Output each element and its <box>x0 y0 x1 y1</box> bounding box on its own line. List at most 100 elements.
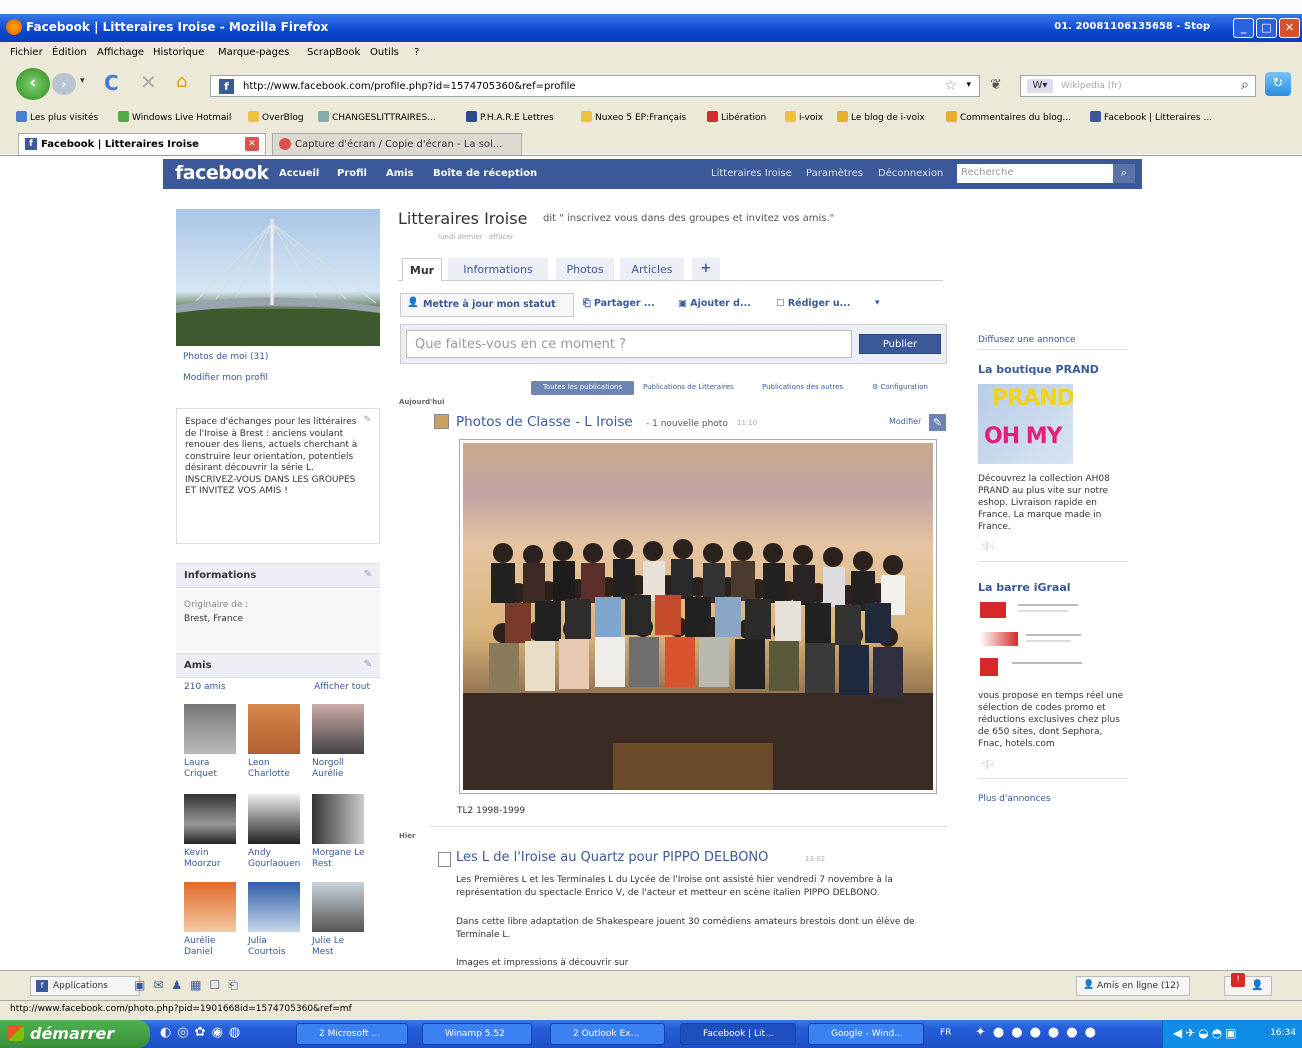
friend-name[interactable]: Julie Le Mest <box>312 936 344 958</box>
create-ad-link[interactable]: Diffusez une annonce <box>978 335 1128 350</box>
filter-others[interactable]: Publications des autres <box>762 383 843 391</box>
home-icon[interactable]: ⌂ <box>176 71 187 92</box>
tab-articles[interactable]: Articles <box>620 258 684 280</box>
status-meta[interactable]: lundi dernier · effacer <box>438 233 514 241</box>
task-google[interactable]: Google - Wind... <box>808 1023 924 1045</box>
tray-icons[interactable]: ◀✈◒◓▣ <box>1173 1026 1240 1040</box>
task-facebook[interactable]: Facebook | Lit... <box>680 1023 796 1045</box>
language-indicator[interactable]: FR <box>940 1028 951 1038</box>
friend-photo[interactable] <box>248 882 300 932</box>
start-button[interactable]: démarrer <box>0 1020 150 1048</box>
menu-affichage[interactable]: Affichage <box>97 47 144 58</box>
ad1-title[interactable]: La boutique PRAND <box>978 363 1099 376</box>
ad2-title[interactable]: La barre iGraal <box>978 581 1071 594</box>
photos-link[interactable]: Photos de moi (31) <box>183 352 268 362</box>
tab-mur[interactable]: Mur <box>402 258 442 282</box>
friend-photo[interactable] <box>248 704 300 754</box>
edit-pencil-icon[interactable]: ✎ <box>363 415 371 427</box>
ad2-like-icon[interactable]: ☝|☟ <box>980 760 994 770</box>
share-button[interactable]: ⎗ Partager ... <box>583 298 655 309</box>
ad2-image[interactable] <box>978 600 1088 680</box>
filter-all[interactable]: Toutes les publications <box>531 381 634 395</box>
bookmark-item[interactable]: OverBlog <box>248 111 304 123</box>
more-actions-icon[interactable]: ▾ <box>875 298 880 308</box>
task-outlook[interactable]: 2 Outlook Ex... <box>550 1023 665 1045</box>
nav-profile-name[interactable]: Litteraires Iroise <box>711 168 792 179</box>
tab-photos[interactable]: Photos <box>556 258 614 280</box>
applications-button[interactable]: f Applications <box>30 976 140 996</box>
url-bar[interactable]: f http://www.facebook.com/profile.php?id… <box>210 75 980 97</box>
nav-logout[interactable]: Déconnexion <box>878 168 943 179</box>
ad1-like-icon[interactable]: ☝|☟ <box>980 542 994 552</box>
reload-icon[interactable]: C <box>104 71 119 95</box>
fb-search-input[interactable]: Recherche <box>957 164 1117 183</box>
bookmark-item[interactable]: Nuxeo 5 EP:Français <box>581 111 686 123</box>
edit-pencil-icon[interactable]: ✎ <box>364 569 372 580</box>
wikipedia-icon[interactable]: W▾ <box>1027 79 1053 93</box>
notifications-button[interactable]: ! 👤 <box>1224 973 1272 996</box>
more-ads-link[interactable]: Plus d'annonces <box>978 794 1051 804</box>
stop-icon[interactable]: ✕ <box>140 70 157 94</box>
edit-pencil-icon[interactable]: ✎ <box>364 659 372 670</box>
bookmark-star-icon[interactable]: ☆ <box>944 78 957 94</box>
nav-amis[interactable]: Amis <box>386 168 414 179</box>
add-photo-button[interactable]: ▣ Ajouter d... <box>678 298 751 309</box>
bookmark-item[interactable]: CHANGESLITTRAIRES... <box>318 111 436 123</box>
friend-photo[interactable] <box>312 794 364 844</box>
search-engine-box[interactable]: W▾ Wikipedia (fr) ⌕ <box>1020 75 1256 97</box>
tab-facebook[interactable]: f Facebook | Litteraires Iroise ✕ <box>18 133 266 155</box>
task-winamp[interactable]: Winamp 5.52 <box>422 1023 532 1045</box>
bookmark-item[interactable]: Les plus visités <box>16 111 98 123</box>
menu-help[interactable]: ? <box>414 47 419 58</box>
friend-name[interactable]: Kevin Moorzur <box>184 848 221 870</box>
friend-name[interactable]: Andy Gourlaouen <box>248 848 300 870</box>
friends-count[interactable]: 210 amis <box>184 682 226 692</box>
menu-fichier[interactable]: Fichier <box>10 47 43 58</box>
close-tab-icon[interactable]: ✕ <box>245 137 259 151</box>
back-button[interactable]: ‹ <box>16 68 50 100</box>
bookmark-item[interactable]: i-voix <box>785 111 823 123</box>
addon-icon[interactable]: ❦ <box>990 77 1002 93</box>
friend-photo[interactable] <box>184 704 236 754</box>
update-status-button[interactable]: 👤 Mettre à jour mon statut <box>400 293 574 317</box>
status-input[interactable]: Que faites-vous en ce moment ? <box>406 330 852 358</box>
search-go-icon[interactable]: ⌕ <box>1241 77 1249 93</box>
app-shortcut-icons[interactable]: ▣✉♟▦☐⎗ <box>134 978 246 993</box>
filter-config[interactable]: ⚙ Configuration <box>872 383 928 391</box>
ad1-image[interactable]: PRAND OH MY <box>978 384 1073 464</box>
edit-profile-link[interactable]: Modifier mon profil <box>183 373 268 383</box>
forward-button[interactable]: › <box>52 73 76 95</box>
nav-accueil[interactable]: Accueil <box>279 168 319 179</box>
maximize-button[interactable]: □ <box>1256 18 1277 38</box>
menu-historique[interactable]: Historique <box>153 47 204 58</box>
online-friends-button[interactable]: 👤 Amis en ligne (12) <box>1076 976 1190 996</box>
friend-name[interactable]: Norgoll Aurélie <box>312 758 344 780</box>
extension-icon[interactable]: ↻ <box>1265 72 1291 96</box>
task-microsoft[interactable]: 2 Microsoft ... <box>296 1023 408 1045</box>
facebook-logo[interactable]: facebook <box>175 162 269 184</box>
profile-picture[interactable] <box>176 209 380 346</box>
friend-photo[interactable] <box>312 882 364 932</box>
menu-marque-pages[interactable]: Marque-pages <box>218 47 289 58</box>
history-dropdown-icon[interactable]: ▾ <box>80 76 85 86</box>
write-note-button[interactable]: ☐ Rédiger u... <box>776 298 850 309</box>
friend-name[interactable]: Julia Courtois <box>248 936 285 958</box>
edit-pencil-icon[interactable]: ✎ <box>929 414 946 431</box>
friend-photo[interactable] <box>184 882 236 932</box>
friend-name[interactable]: Aurélie Daniel <box>184 936 215 958</box>
menu-outils[interactable]: Outils <box>370 47 399 58</box>
nav-profil[interactable]: Profil <box>337 168 367 179</box>
menu-edition[interactable]: Édition <box>52 47 87 58</box>
filter-own[interactable]: Publications de Litteraires <box>643 383 734 391</box>
friends-see-all[interactable]: Afficher tout <box>314 682 370 692</box>
publish-button[interactable]: Publier <box>859 334 941 354</box>
nav-inbox[interactable]: Boîte de réception <box>433 168 537 179</box>
close-button[interactable]: ✕ <box>1279 18 1300 38</box>
nav-settings[interactable]: Paramètres <box>806 168 863 179</box>
minimize-button[interactable]: _ <box>1233 18 1254 38</box>
friend-name[interactable]: Laura Criquet <box>184 758 217 780</box>
toolbar-icons[interactable]: ✦●●●●●● <box>975 1025 1103 1040</box>
post1-title[interactable]: Photos de Classe - L Iroise <box>456 414 633 430</box>
friend-name[interactable]: Morgane Le Rest <box>312 848 365 870</box>
class-photo[interactable] <box>459 439 937 794</box>
